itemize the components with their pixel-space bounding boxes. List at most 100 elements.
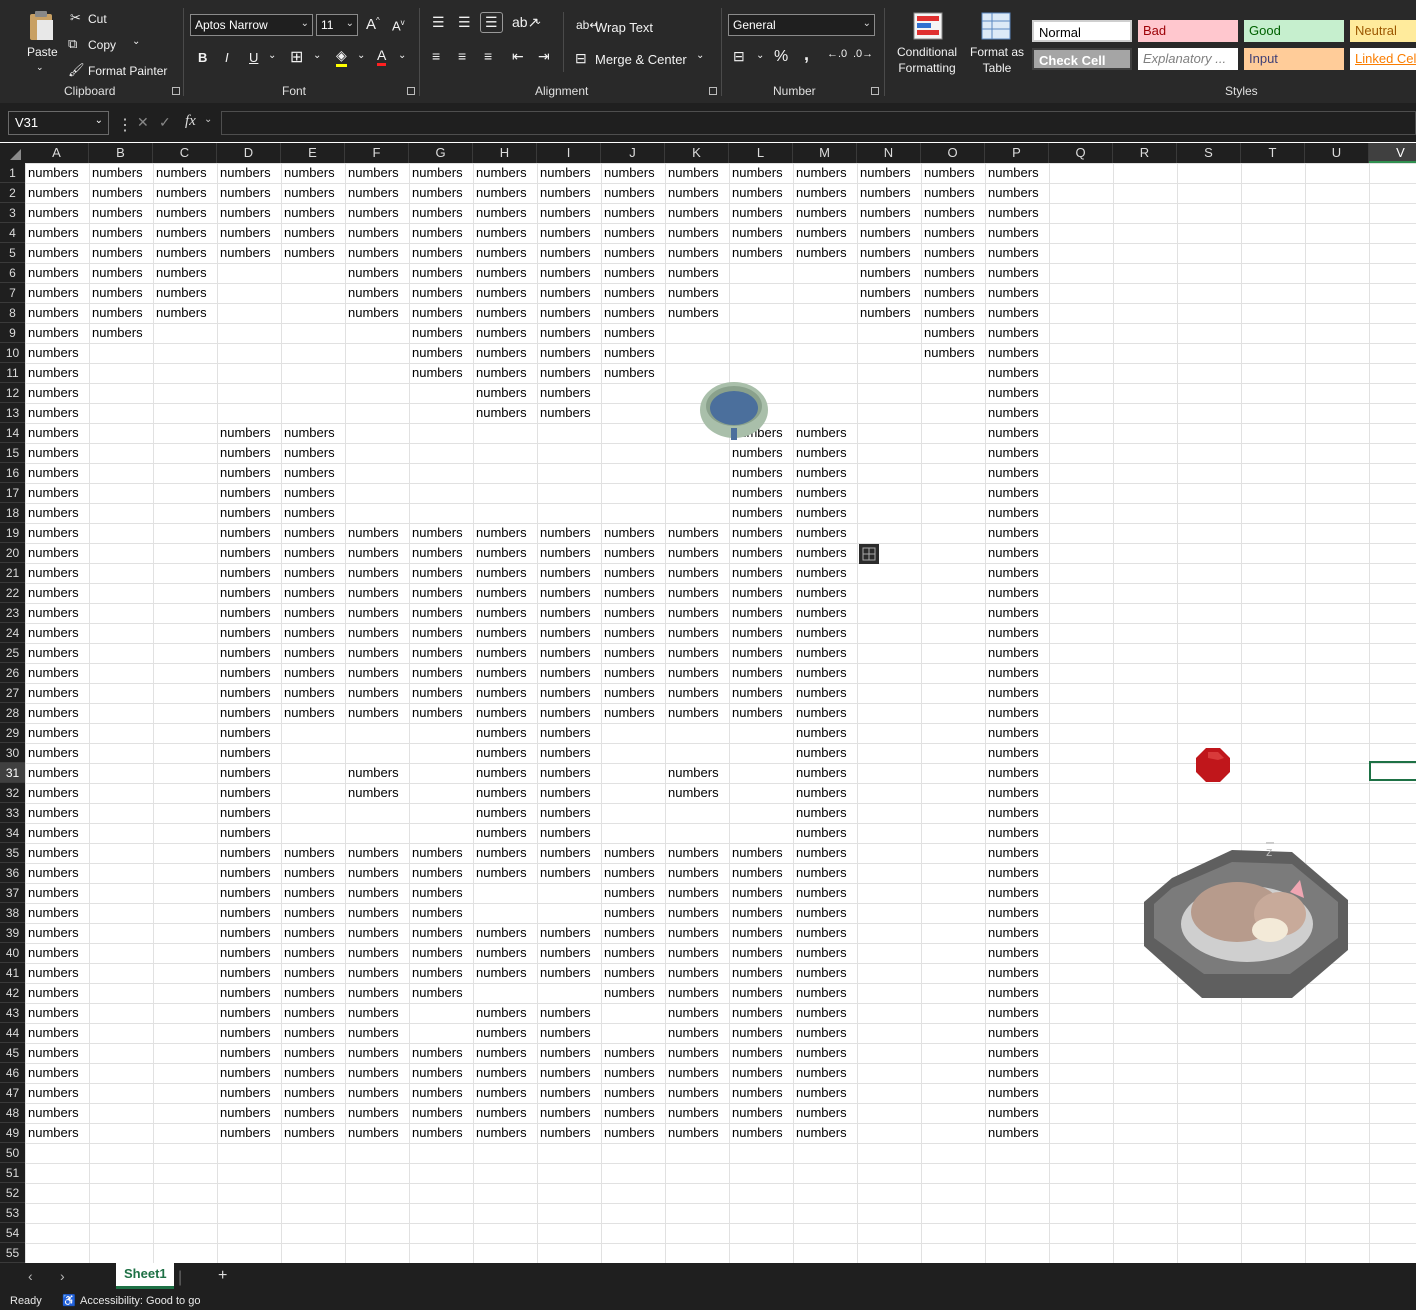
cell-p29[interactable]: numbers: [985, 723, 1039, 743]
cell-j8[interactable]: numbers: [601, 303, 655, 323]
cell-m17[interactable]: numbers: [793, 483, 847, 503]
cell-a3[interactable]: numbers: [25, 203, 79, 223]
cell-h24[interactable]: numbers: [473, 623, 527, 643]
cell-a17[interactable]: numbers: [25, 483, 79, 503]
cell-p8[interactable]: numbers: [985, 303, 1039, 323]
row-header-21[interactable]: 21: [0, 563, 25, 583]
italic-button[interactable]: I: [225, 50, 229, 65]
cell-g4[interactable]: numbers: [409, 223, 463, 243]
prev-sheet-icon[interactable]: ‹: [28, 1268, 33, 1284]
accounting-chevron-icon[interactable]: ⌄: [756, 50, 764, 61]
merge-center-button[interactable]: Merge & Center: [595, 52, 687, 67]
cell-d27[interactable]: numbers: [217, 683, 271, 703]
name-box[interactable]: V31 ⌄: [8, 111, 109, 135]
cell-i11[interactable]: numbers: [537, 363, 591, 383]
column-header-m[interactable]: M: [793, 143, 857, 163]
cell-k22[interactable]: numbers: [665, 583, 719, 603]
cell-k39[interactable]: numbers: [665, 923, 719, 943]
cell-i23[interactable]: numbers: [537, 603, 591, 623]
copy-button[interactable]: Copy: [88, 38, 116, 52]
cell-e20[interactable]: numbers: [281, 543, 335, 563]
cell-c1[interactable]: numbers: [153, 163, 207, 183]
cell-d40[interactable]: numbers: [217, 943, 271, 963]
align-bottom-icon[interactable]: ☰: [480, 12, 503, 33]
cell-j38[interactable]: numbers: [601, 903, 655, 923]
cell-b2[interactable]: numbers: [89, 183, 143, 203]
cell-b1[interactable]: numbers: [89, 163, 143, 183]
row-header-1[interactable]: 1: [0, 163, 25, 183]
column-header-u[interactable]: U: [1305, 143, 1369, 163]
cell-p26[interactable]: numbers: [985, 663, 1039, 683]
cell-i20[interactable]: numbers: [537, 543, 591, 563]
cell-b9[interactable]: numbers: [89, 323, 143, 343]
cell-f24[interactable]: numbers: [345, 623, 399, 643]
cell-g38[interactable]: numbers: [409, 903, 463, 923]
cell-style-bad[interactable]: Bad: [1138, 20, 1238, 42]
cell-d33[interactable]: numbers: [217, 803, 271, 823]
cell-e15[interactable]: numbers: [281, 443, 335, 463]
column-header-p[interactable]: P: [985, 143, 1049, 163]
cell-g47[interactable]: numbers: [409, 1083, 463, 1103]
align-middle-icon[interactable]: ☰: [458, 14, 471, 31]
quick-analysis-icon[interactable]: [859, 544, 879, 564]
cell-e43[interactable]: numbers: [281, 1003, 335, 1023]
cell-k44[interactable]: numbers: [665, 1023, 719, 1043]
accessibility-status[interactable]: Accessibility: Good to go: [80, 1295, 200, 1307]
cell-e35[interactable]: numbers: [281, 843, 335, 863]
cell-j46[interactable]: numbers: [601, 1063, 655, 1083]
cell-i49[interactable]: numbers: [537, 1123, 591, 1143]
cell-k26[interactable]: numbers: [665, 663, 719, 683]
decrease-indent-icon[interactable]: ⇤: [512, 48, 524, 65]
cell-d2[interactable]: numbers: [217, 183, 271, 203]
cell-f49[interactable]: numbers: [345, 1123, 399, 1143]
cell-a25[interactable]: numbers: [25, 643, 79, 663]
column-header-b[interactable]: B: [89, 143, 153, 163]
column-header-e[interactable]: E: [281, 143, 345, 163]
cell-k21[interactable]: numbers: [665, 563, 719, 583]
cell-i10[interactable]: numbers: [537, 343, 591, 363]
cell-l39[interactable]: numbers: [729, 923, 783, 943]
cell-h33[interactable]: numbers: [473, 803, 527, 823]
cell-d30[interactable]: numbers: [217, 743, 271, 763]
cell-f41[interactable]: numbers: [345, 963, 399, 983]
cell-f8[interactable]: numbers: [345, 303, 399, 323]
column-header-l[interactable]: L: [729, 143, 793, 163]
cell-k2[interactable]: numbers: [665, 183, 719, 203]
cell-j48[interactable]: numbers: [601, 1103, 655, 1123]
cell-i34[interactable]: numbers: [537, 823, 591, 843]
cell-e22[interactable]: numbers: [281, 583, 335, 603]
cell-i41[interactable]: numbers: [537, 963, 591, 983]
cell-m29[interactable]: numbers: [793, 723, 847, 743]
cell-p7[interactable]: numbers: [985, 283, 1039, 303]
cell-c6[interactable]: numbers: [153, 263, 207, 283]
row-header-23[interactable]: 23: [0, 603, 25, 623]
cell-l48[interactable]: numbers: [729, 1103, 783, 1123]
cell-d17[interactable]: numbers: [217, 483, 271, 503]
cell-e46[interactable]: numbers: [281, 1063, 335, 1083]
cell-h25[interactable]: numbers: [473, 643, 527, 663]
cell-j11[interactable]: numbers: [601, 363, 655, 383]
cell-j25[interactable]: numbers: [601, 643, 655, 663]
cell-d44[interactable]: numbers: [217, 1023, 271, 1043]
cell-d24[interactable]: numbers: [217, 623, 271, 643]
cell-f43[interactable]: numbers: [345, 1003, 399, 1023]
cell-n2[interactable]: numbers: [857, 183, 911, 203]
cell-j6[interactable]: numbers: [601, 263, 655, 283]
cell-l36[interactable]: numbers: [729, 863, 783, 883]
cell-e17[interactable]: numbers: [281, 483, 335, 503]
cell-l27[interactable]: numbers: [729, 683, 783, 703]
cell-g20[interactable]: numbers: [409, 543, 463, 563]
cell-i40[interactable]: numbers: [537, 943, 591, 963]
cell-m2[interactable]: numbers: [793, 183, 847, 203]
cell-a38[interactable]: numbers: [25, 903, 79, 923]
cell-j39[interactable]: numbers: [601, 923, 655, 943]
cell-d28[interactable]: numbers: [217, 703, 271, 723]
cell-i19[interactable]: numbers: [537, 523, 591, 543]
cell-m1[interactable]: numbers: [793, 163, 847, 183]
cell-d4[interactable]: numbers: [217, 223, 271, 243]
cell-h10[interactable]: numbers: [473, 343, 527, 363]
cell-j7[interactable]: numbers: [601, 283, 655, 303]
cell-m21[interactable]: numbers: [793, 563, 847, 583]
cell-e48[interactable]: numbers: [281, 1103, 335, 1123]
cell-k20[interactable]: numbers: [665, 543, 719, 563]
